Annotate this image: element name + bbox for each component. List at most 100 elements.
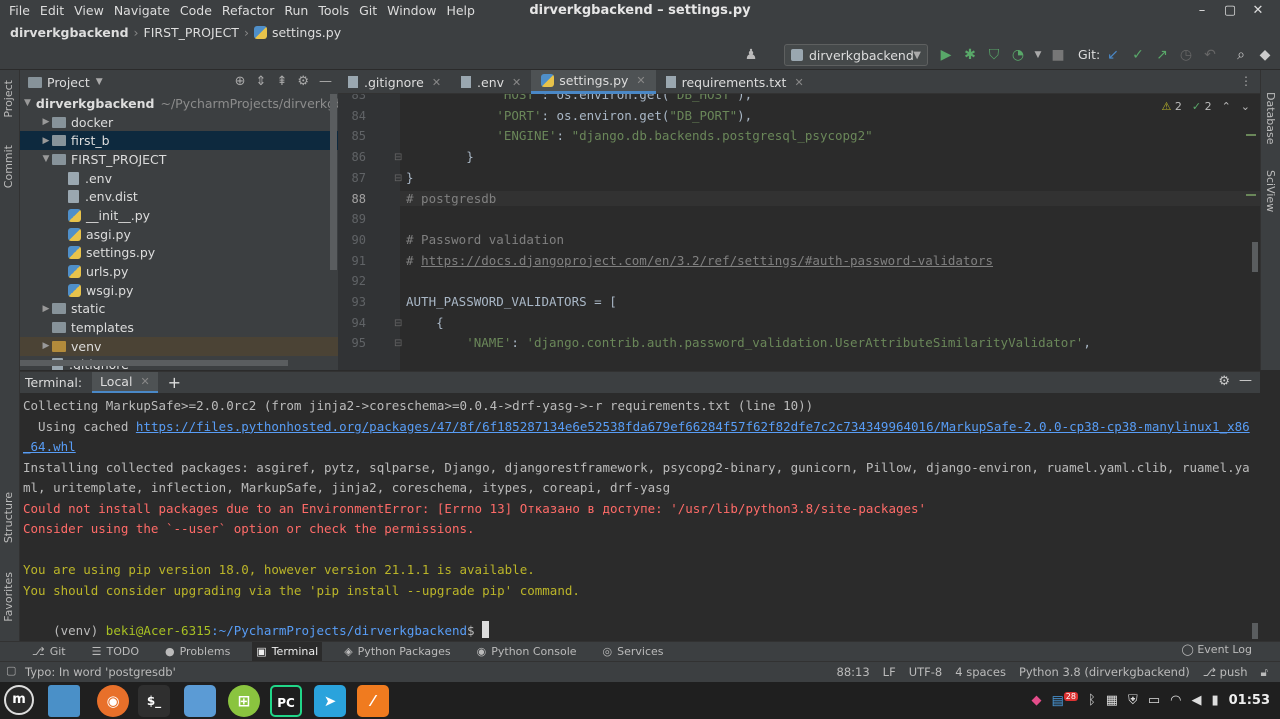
calculator-icon[interactable]: ⊞ xyxy=(228,685,260,717)
battery-icon[interactable]: ▮ xyxy=(1211,693,1218,708)
menu-item-help[interactable]: Help xyxy=(441,2,480,20)
menu-item-view[interactable]: View xyxy=(69,2,109,20)
line-separator[interactable]: LF xyxy=(883,665,896,680)
menu-item-navigate[interactable]: Navigate xyxy=(109,2,175,20)
pycharm-icon[interactable]: PC xyxy=(270,685,302,717)
tree-item[interactable]: wsgi.py xyxy=(20,281,338,300)
python-interpreter[interactable]: Python 3.8 (dirverkgbackend) xyxy=(1019,665,1190,680)
tool-window-terminal[interactable]: ▣ Terminal xyxy=(252,641,323,662)
tool-window-problems[interactable]: ● Problems xyxy=(161,642,234,662)
hide-icon[interactable]: — xyxy=(1239,373,1252,388)
editor-scrollbar[interactable] xyxy=(1252,242,1258,272)
jetbrains-toolbox-icon[interactable]: ◆ xyxy=(1031,693,1041,708)
minimize-button[interactable]: – xyxy=(1188,1,1216,21)
error-stripe-mark[interactable] xyxy=(1246,194,1256,196)
gear-icon[interactable]: ⚙ xyxy=(1218,374,1230,389)
tree-item[interactable]: ▼ dirverkgbackend ~/PycharmProjects/dirver… xyxy=(20,94,338,113)
tree-item[interactable]: ▼ FIRST_PROJECT xyxy=(20,150,338,169)
more-run-chevron-icon[interactable]: ▼ xyxy=(1029,46,1047,64)
status-message[interactable]: Typo: In word 'postgresdb' xyxy=(25,665,176,679)
run-icon[interactable]: ▶ xyxy=(937,46,955,64)
breadcrumb-project[interactable]: dirverkgbackend xyxy=(10,25,129,40)
code-line[interactable]: # Password validation xyxy=(406,232,564,247)
warning-count[interactable]: ⚠ 2 xyxy=(1161,100,1181,113)
typo-count[interactable]: ✓ 2 xyxy=(1192,100,1212,113)
chevron-down-icon[interactable]: ▼ xyxy=(24,98,31,108)
event-log-button[interactable]: ◯ Event Log xyxy=(1182,643,1252,656)
breadcrumb-file[interactable]: settings.py xyxy=(272,25,341,40)
tree-item[interactable]: ▶ venv xyxy=(20,336,338,356)
tree-item[interactable]: asgi.py xyxy=(20,225,338,244)
chevron-down-icon[interactable]: ▼ xyxy=(96,77,103,87)
git-commit-icon[interactable]: ✓ xyxy=(1129,46,1147,64)
bluetooth-icon[interactable]: ᛒ xyxy=(1088,693,1096,708)
sublime-icon[interactable]: ⁄ xyxy=(357,685,389,717)
project-panel-title[interactable]: Project xyxy=(47,75,90,90)
next-highlight-icon[interactable]: ⌄ xyxy=(1241,100,1250,113)
menu-item-tools[interactable]: Tools xyxy=(313,2,354,20)
new-terminal-icon[interactable]: + xyxy=(168,373,181,392)
profile-icon[interactable]: ◔ xyxy=(1009,46,1027,64)
expand-all-icon[interactable]: ⇕ xyxy=(256,74,267,89)
tree-item[interactable]: .env.dist xyxy=(20,187,338,206)
tree-scrollbar[interactable] xyxy=(330,94,337,270)
fold-icon[interactable]: ⊟ xyxy=(394,152,402,163)
menu-item-code[interactable]: Code xyxy=(175,2,217,20)
menu-item-run[interactable]: Run xyxy=(279,2,313,20)
tool-window-services[interactable]: ◎ Services xyxy=(599,642,668,662)
close-icon[interactable]: ✕ xyxy=(794,76,803,89)
tab-settings-py[interactable]: settings.py ✕ xyxy=(531,70,656,94)
coverage-icon[interactable]: ⛉ xyxy=(985,46,1003,64)
stop-icon[interactable]: ■ xyxy=(1049,46,1067,64)
commit-side-tab[interactable]: Commit xyxy=(2,145,15,188)
code-line[interactable]: # https://docs.djangoproject.com/en/3.2/… xyxy=(406,253,993,268)
user-icon[interactable]: ♟ xyxy=(742,46,760,64)
tree-item[interactable]: ▶ docker xyxy=(20,113,338,132)
lock-icon[interactable]: 🔓︎ xyxy=(1261,665,1268,680)
search-icon[interactable]: ⌕ xyxy=(1232,46,1250,64)
code-line[interactable]: # postgresdb xyxy=(400,190,1260,206)
git-branch[interactable]: ⎇ push xyxy=(1203,665,1248,680)
files-icon[interactable] xyxy=(184,685,216,717)
rollback-icon[interactable]: ↶ xyxy=(1201,46,1219,64)
git-push-icon[interactable]: ↗ xyxy=(1153,46,1171,64)
telegram-icon[interactable]: ➤ xyxy=(314,685,346,717)
tree-item[interactable]: ▶ first_b xyxy=(20,131,338,151)
code-line[interactable]: AUTH_PASSWORD_VALIDATORS = [ xyxy=(406,294,617,309)
indent-setting[interactable]: 4 spaces xyxy=(955,665,1006,680)
terminal-link[interactable]: _64.whl xyxy=(23,439,76,454)
tool-window-git[interactable]: ⎇ Git xyxy=(28,642,70,662)
chevron-right-icon[interactable]: ▶ xyxy=(40,341,52,351)
volume-icon[interactable]: ◀ xyxy=(1191,693,1201,708)
tree-item[interactable]: __init__.py xyxy=(20,206,338,225)
tree-item[interactable]: .env xyxy=(20,169,338,188)
status-toggle-icon[interactable]: ▢ xyxy=(6,664,16,677)
history-icon[interactable]: ◷ xyxy=(1177,46,1195,64)
debug-icon[interactable]: ✱ xyxy=(961,46,979,64)
code-line[interactable]: } xyxy=(406,149,474,164)
code-line[interactable]: } xyxy=(406,170,414,185)
terminal-output[interactable]: Collecting MarkupSafe>=2.0.0rc2 (from ji… xyxy=(20,393,1260,641)
menu-item-edit[interactable]: Edit xyxy=(35,2,69,20)
terminal-link[interactable]: https://files.pythonhosted.org/packages/… xyxy=(136,419,1250,434)
tree-horizontal-scrollbar[interactable] xyxy=(20,360,288,366)
mint-menu-icon[interactable]: m xyxy=(4,685,34,715)
terminal-app-icon[interactable]: $_ xyxy=(138,685,170,717)
collapse-all-icon[interactable]: ⇞ xyxy=(276,74,287,89)
chevron-right-icon[interactable]: ▶ xyxy=(40,304,52,314)
favorites-side-tab[interactable]: Favorites xyxy=(2,572,15,622)
tree-item[interactable]: templates xyxy=(20,318,338,337)
fold-icon[interactable]: ⊟ xyxy=(394,173,402,184)
code-line[interactable]: 'NAME': 'django.contrib.auth.password_va… xyxy=(406,335,1091,350)
tab-gitignore[interactable]: .gitignore ✕ xyxy=(338,70,451,94)
ide-logo-icon[interactable]: ◆ xyxy=(1256,46,1274,64)
clipboard-icon[interactable]: ▦ xyxy=(1106,693,1118,708)
maximize-button[interactable]: ▢ xyxy=(1216,1,1244,21)
menu-item-file[interactable]: File xyxy=(4,2,35,20)
code-line[interactable]: 'PORT': os.environ.get("DB_PORT"), xyxy=(406,108,752,123)
tab-menu-icon[interactable]: ⋮ xyxy=(1240,74,1252,88)
project-side-tab[interactable]: Project xyxy=(2,80,15,118)
fold-icon[interactable]: ⊟ xyxy=(394,318,402,329)
desktop-icon[interactable] xyxy=(48,685,80,717)
wifi-icon[interactable]: ◠ xyxy=(1170,693,1181,708)
